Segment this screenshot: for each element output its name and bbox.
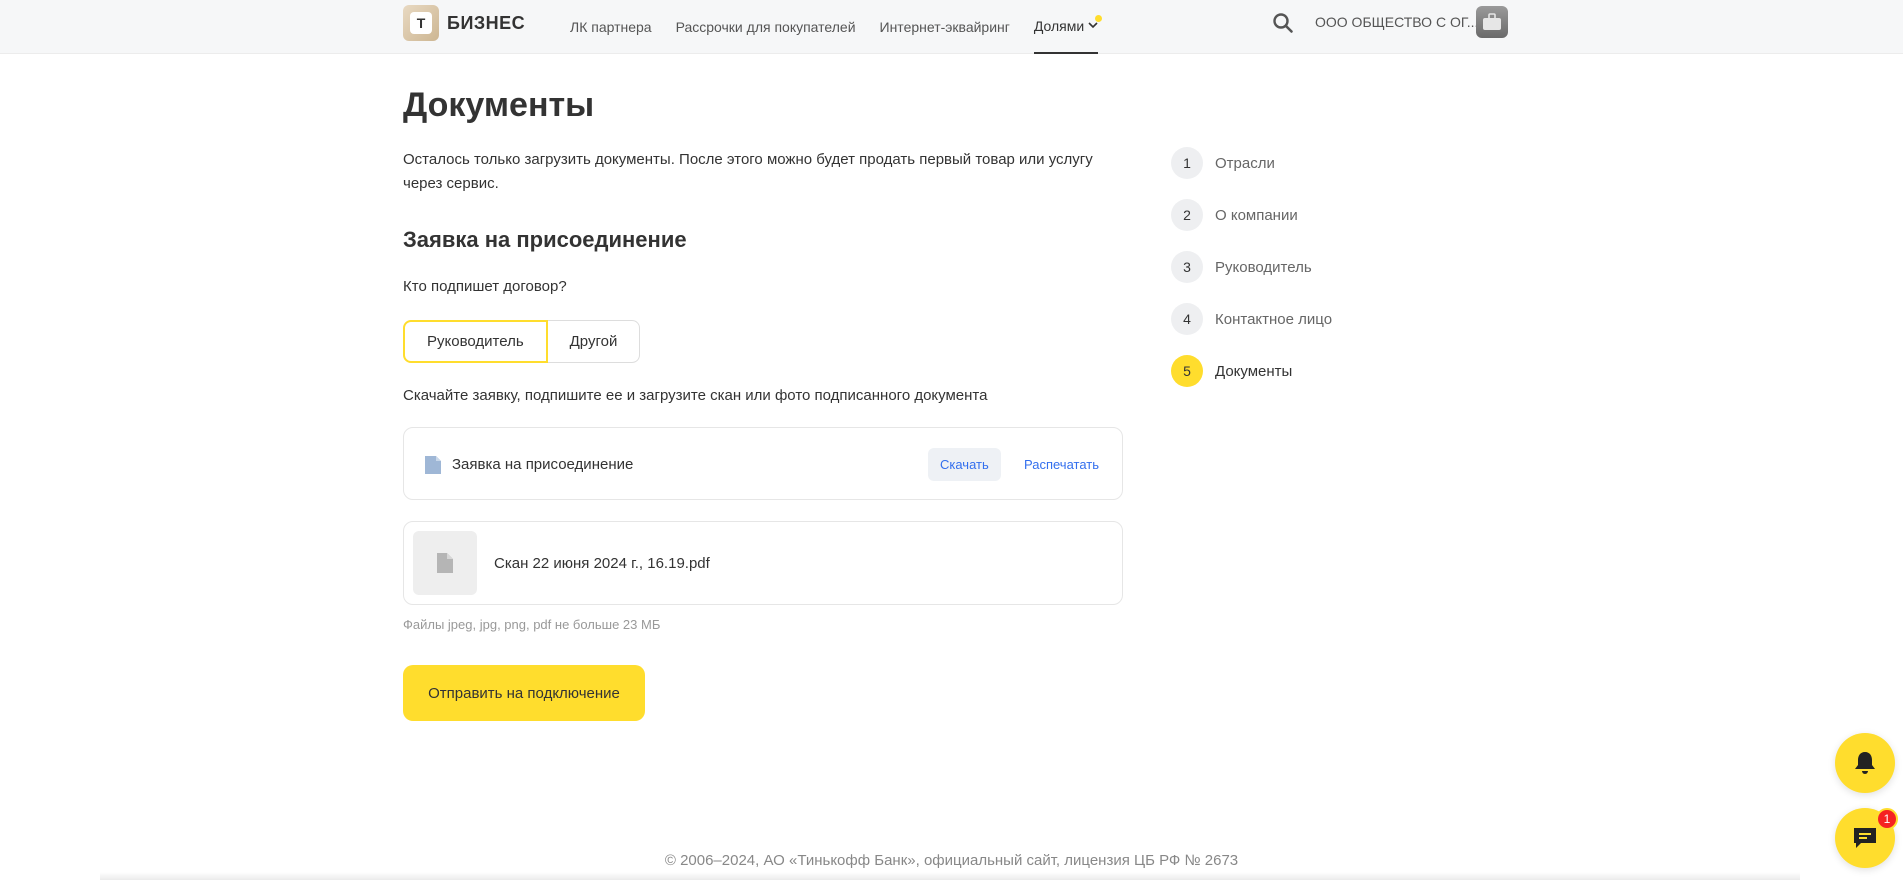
footer-copyright: © 2006–2024, АО «Тинькофф Банк», официал… [664,852,1239,869]
step-label: Отрасли [1215,154,1275,172]
step-company[interactable]: 2 О компании [1171,199,1298,231]
document-name: Заявка на присоединение [452,456,634,473]
bell-icon [1855,752,1875,774]
step-label: Руководитель [1215,258,1312,276]
file-thumbnail [413,531,477,595]
signer-question: Кто подпишет договор? [403,278,567,295]
footer-divider [100,872,1800,880]
logo[interactable]: Т БИЗНЕС [403,5,525,41]
briefcase-icon [1483,13,1501,30]
print-button[interactable]: Распечатать [1020,448,1103,481]
chat-button[interactable]: 1 [1835,808,1898,868]
search-icon[interactable] [1272,12,1294,34]
download-button[interactable]: Скачать [928,448,1001,481]
step-label: О компании [1215,206,1298,224]
step-number: 2 [1171,199,1203,231]
step-director[interactable]: 3 Руководитель [1171,251,1312,283]
nav-item-installments[interactable]: Рассрочки для покупателей [676,0,856,54]
signer-option-director[interactable]: Руководитель [403,320,548,363]
signer-toggle: Руководитель Другой [403,320,641,363]
nav-item-acquiring[interactable]: Интернет-эквайринг [880,0,1010,54]
avatar[interactable] [1476,6,1508,38]
instruction-text: Скачайте заявку, подпишите ее и загрузит… [403,387,988,404]
company-name[interactable]: ООО ОБЩЕСТВО С ОГ... [1315,14,1478,30]
submit-button[interactable]: Отправить на подключение [403,665,645,721]
step-contact[interactable]: 4 Контактное лицо [1171,303,1332,335]
page-title: Документы [403,86,595,124]
logo-mark: Т [410,12,432,34]
step-number: 1 [1171,147,1203,179]
chat-icon [1854,828,1876,848]
signer-option-other[interactable]: Другой [547,320,641,363]
section-title: Заявка на присоединение [403,227,687,252]
top-header: Т БИЗНЕС ЛК партнера Рассрочки для покуп… [0,0,1903,54]
nav-item-dolyami[interactable]: Долями [1033,0,1103,54]
step-number: 4 [1171,303,1203,335]
step-industries[interactable]: 1 Отрасли [1171,147,1275,179]
main-nav: ЛК партнера Рассрочки для покупателей Ин… [570,0,1122,54]
file-icon [437,553,453,573]
step-label-current: Документы [1215,362,1293,380]
file-format-hint: Файлы jpeg, jpg, png, pdf не больше 23 М… [403,617,661,632]
step-number-current: 5 [1171,355,1203,387]
intro-text: Осталось только загрузить документы. Пос… [403,151,1093,192]
step-documents[interactable]: 5 Документы [1171,355,1292,387]
nav-item-partner[interactable]: ЛК партнера [570,0,652,54]
chevron-down-icon [1088,21,1098,32]
document-icon [424,455,442,475]
logo-shield-icon: Т [403,5,439,41]
logo-text: БИЗНЕС [447,12,526,33]
document-card: Заявка на присоединение Скачать Распечат… [403,427,1123,500]
chat-unread-badge: 1 [1876,808,1898,830]
notifications-button[interactable] [1835,733,1895,793]
uploaded-file-name: Скан 22 июня 2024 г., 16.19.pdf [494,555,710,572]
step-number: 3 [1171,251,1203,283]
notification-dot [1095,15,1103,22]
uploaded-file-card[interactable]: Скан 22 июня 2024 г., 16.19.pdf [403,521,1123,605]
nav-item-dolyami-label: Долями [1033,18,1085,34]
step-label: Контактное лицо [1215,310,1333,328]
